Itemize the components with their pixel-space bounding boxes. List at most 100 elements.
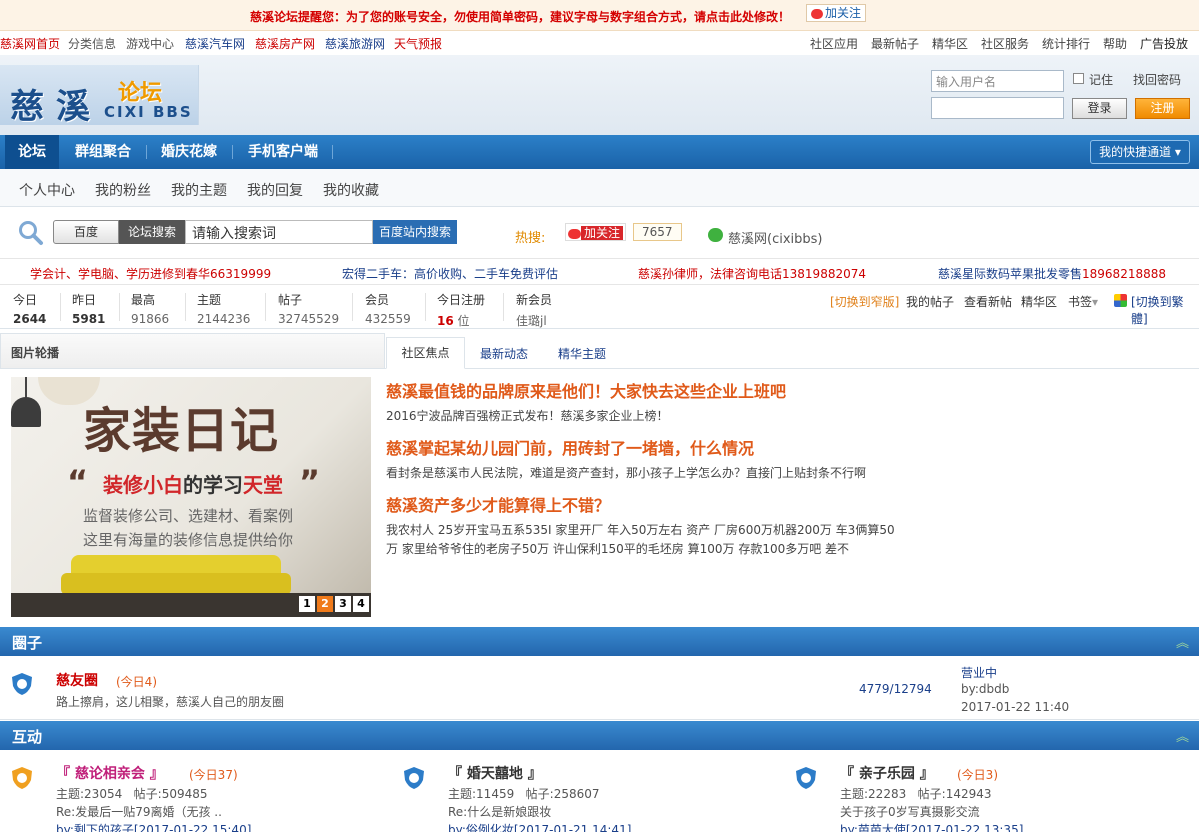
nav-groups[interactable]: 群组聚合: [75, 135, 131, 169]
news-desc: 我农村人 25岁开宝马五系535I 家里开厂 年入50万左右 资产 厂房600万…: [386, 523, 895, 537]
nav-divider: [146, 145, 147, 159]
link-auto[interactable]: 慈溪汽车网: [185, 35, 245, 52]
ad-link[interactable]: 慈溪孙律师，法律咨询电话13819882074: [638, 265, 866, 282]
subnav-replies[interactable]: 我的回复: [247, 180, 303, 200]
link-digest-area[interactable]: 精华区: [1021, 293, 1057, 310]
tab-focus[interactable]: 社区焦点: [386, 337, 465, 369]
link-house[interactable]: 慈溪房产网: [255, 35, 315, 52]
link-help[interactable]: 帮助: [1103, 35, 1127, 52]
top-links-bar: 慈溪网首页 分类信息 游戏中心 慈溪汽车网 慈溪房产网 慈溪旅游网 天气预报 社…: [0, 31, 1199, 55]
forum-name[interactable]: 『 亲子乐园 』: [840, 763, 934, 783]
bookmarks-dropdown[interactable]: 书签▾: [1068, 293, 1098, 310]
nav-forum[interactable]: 论坛: [5, 135, 59, 169]
ad-link[interactable]: 学会计、学电脑、学历进修到春华66319999: [30, 265, 271, 282]
security-notice-link[interactable]: 慈溪论坛提醒您：为了您的账号安全，勿使用简单密码，建议字母与数字组合方式，请点击…: [250, 8, 790, 25]
forgot-password-link[interactable]: 找回密码: [1133, 71, 1181, 88]
stat-today: 今日 2644: [13, 293, 47, 326]
subnav-topics[interactable]: 我的主题: [171, 180, 227, 200]
stat-members: 会员 432559: [365, 293, 411, 326]
new-member-link[interactable]: 佳璐jl: [516, 312, 552, 329]
sub-nav: 个人中心 我的粉丝 我的主题 我的回复 我的收藏: [0, 169, 1199, 207]
link-apps[interactable]: 社区应用: [810, 35, 858, 52]
slide-page-2[interactable]: 2: [317, 596, 333, 612]
link-digest[interactable]: 精华区: [932, 35, 968, 52]
collapse-icon[interactable]: ︽: [1176, 726, 1189, 745]
link-ads[interactable]: 广告投放: [1140, 35, 1188, 52]
weibo-icon: [811, 8, 823, 19]
username-input[interactable]: 输入用户名: [931, 70, 1064, 92]
nav-mobile[interactable]: 手机客户端: [248, 135, 318, 169]
wechat-account[interactable]: 慈溪网(cixibbs): [728, 228, 823, 247]
last-post-author[interactable]: by:dbdb: [961, 682, 1009, 696]
baidu-site-search-button[interactable]: 百度站内搜索: [373, 220, 457, 244]
weibo-follow-widget[interactable]: 加关注: [565, 223, 627, 241]
link-services[interactable]: 社区服务: [981, 35, 1029, 52]
site-logo[interactable]: 慈溪 论坛 CIXI BBS: [0, 65, 199, 127]
tab-latest[interactable]: 最新动态: [480, 345, 528, 362]
switch-narrow-link[interactable]: [切换到窄版]: [830, 293, 899, 310]
slide-page-1[interactable]: 1: [299, 596, 315, 612]
forum-last-by[interactable]: by:剩下的孩子[2017-01-22 15:40]: [56, 821, 251, 832]
forum-counts: 4779/12794: [859, 682, 932, 696]
forum-name[interactable]: 慈友圈: [56, 670, 98, 690]
slideshow-image[interactable]: 家装日记 “ 装修小白的学习天堂 ” 监督装修公司、选建材、看案例 这里有海量的…: [11, 377, 371, 617]
subnav-favorites[interactable]: 我的收藏: [323, 180, 379, 200]
weibo-icon: [568, 228, 581, 239]
slideshow-header: 图片轮播: [0, 333, 385, 369]
forum-last-post[interactable]: Re:发最后一贴79离婚（无孩 ..: [56, 803, 222, 820]
ad-link[interactable]: 慈溪星际数码苹果批发零售18968218888: [938, 265, 1166, 282]
link-games[interactable]: 游戏中心: [126, 35, 174, 52]
link-my-posts[interactable]: 我的帖子: [906, 293, 954, 310]
last-post-time: 2017-01-22 11:40: [961, 700, 1070, 714]
register-button[interactable]: 注册: [1135, 98, 1190, 119]
ad-link[interactable]: 宏得二手车：高价收购、二手车免费评估: [342, 265, 558, 282]
link-ranking[interactable]: 统计排行: [1042, 35, 1090, 52]
news-title[interactable]: 慈溪最值钱的品牌原来是他们！大家快去这些企业上班吧: [386, 378, 786, 402]
news-title[interactable]: 慈溪资产多少才能算得上不错？: [386, 492, 610, 516]
slide-title: 家装日记: [83, 403, 280, 459]
last-post-title[interactable]: 营业中: [961, 664, 997, 681]
stat-posts: 帖子 32745529: [278, 293, 340, 326]
caret-down-icon: ▾: [1092, 295, 1099, 309]
collapse-icon[interactable]: ︽: [1176, 632, 1189, 651]
password-input[interactable]: [931, 97, 1064, 119]
link-cixi-home[interactable]: 慈溪网首页: [0, 35, 60, 52]
section-interact-header: 互动 ︽: [0, 721, 1199, 750]
wechat-icon: [708, 228, 723, 242]
link-classified[interactable]: 分类信息: [68, 35, 116, 52]
subnav-fans[interactable]: 我的粉丝: [95, 180, 151, 200]
forum-name[interactable]: 『 慈论相亲会 』: [56, 763, 164, 783]
search-tab-baidu[interactable]: 百度: [53, 220, 119, 244]
remember-checkbox[interactable]: [1073, 73, 1084, 84]
portal-tabs: 社区焦点 最新动态 精华主题: [385, 333, 1199, 369]
switch-traditional-link[interactable]: [切换到繁體]: [1131, 293, 1199, 327]
hot-search-label: 热搜:: [515, 231, 546, 246]
search-tab-forum[interactable]: 论坛搜索: [119, 220, 185, 244]
stat-max: 最高 91866: [131, 293, 170, 326]
forum-name[interactable]: 『 婚天囍地 』: [448, 763, 542, 783]
forum-last-by[interactable]: by:俗例化妆[2017-01-21 14:41]: [448, 821, 631, 832]
slide-page-4[interactable]: 4: [353, 596, 369, 612]
news-title[interactable]: 慈溪掌起某幼儿园门前，用砖封了一堵墙，什么情况: [386, 435, 754, 459]
forum-grid: 『 慈论相亲会 』 (今日37) 主题:23054 帖子:509485 Re:发…: [0, 750, 1199, 832]
weibo-follow-button[interactable]: 加关注: [806, 4, 867, 22]
forum-last-post[interactable]: Re:什么是新娘跟妆: [448, 803, 551, 820]
remember-label: 记住: [1089, 73, 1114, 87]
slide-page-3[interactable]: 3: [335, 596, 351, 612]
tab-featured[interactable]: 精华主题: [558, 345, 606, 362]
link-new-posts[interactable]: 最新帖子: [871, 35, 919, 52]
notice-bar: 慈溪论坛提醒您：为了您的账号安全，勿使用简单密码，建议字母与数字组合方式，请点击…: [0, 0, 1199, 31]
nav-wedding[interactable]: 婚庆花嫁: [161, 135, 217, 169]
quick-access-dropdown[interactable]: 我的快捷通道 ▾: [1090, 140, 1190, 164]
forum-last-post[interactable]: 关于孩子0岁写真摄影交流: [840, 803, 980, 820]
link-weather[interactable]: 天气预报: [394, 35, 442, 52]
forum-today-count: (今日37): [189, 768, 238, 782]
login-button[interactable]: 登录: [1072, 98, 1127, 119]
link-view-new[interactable]: 查看新帖: [964, 293, 1012, 310]
subnav-personal[interactable]: 个人中心: [19, 180, 75, 200]
forum-last-by[interactable]: by:芭芭大使[2017-01-22 13:35]: [840, 821, 1023, 832]
link-travel[interactable]: 慈溪旅游网: [325, 35, 385, 52]
caret-down-icon: ▾: [1174, 145, 1181, 159]
search-input[interactable]: 请输入搜索词: [185, 220, 373, 244]
forum-stat: 主题:22283 帖子:142943: [840, 787, 992, 801]
